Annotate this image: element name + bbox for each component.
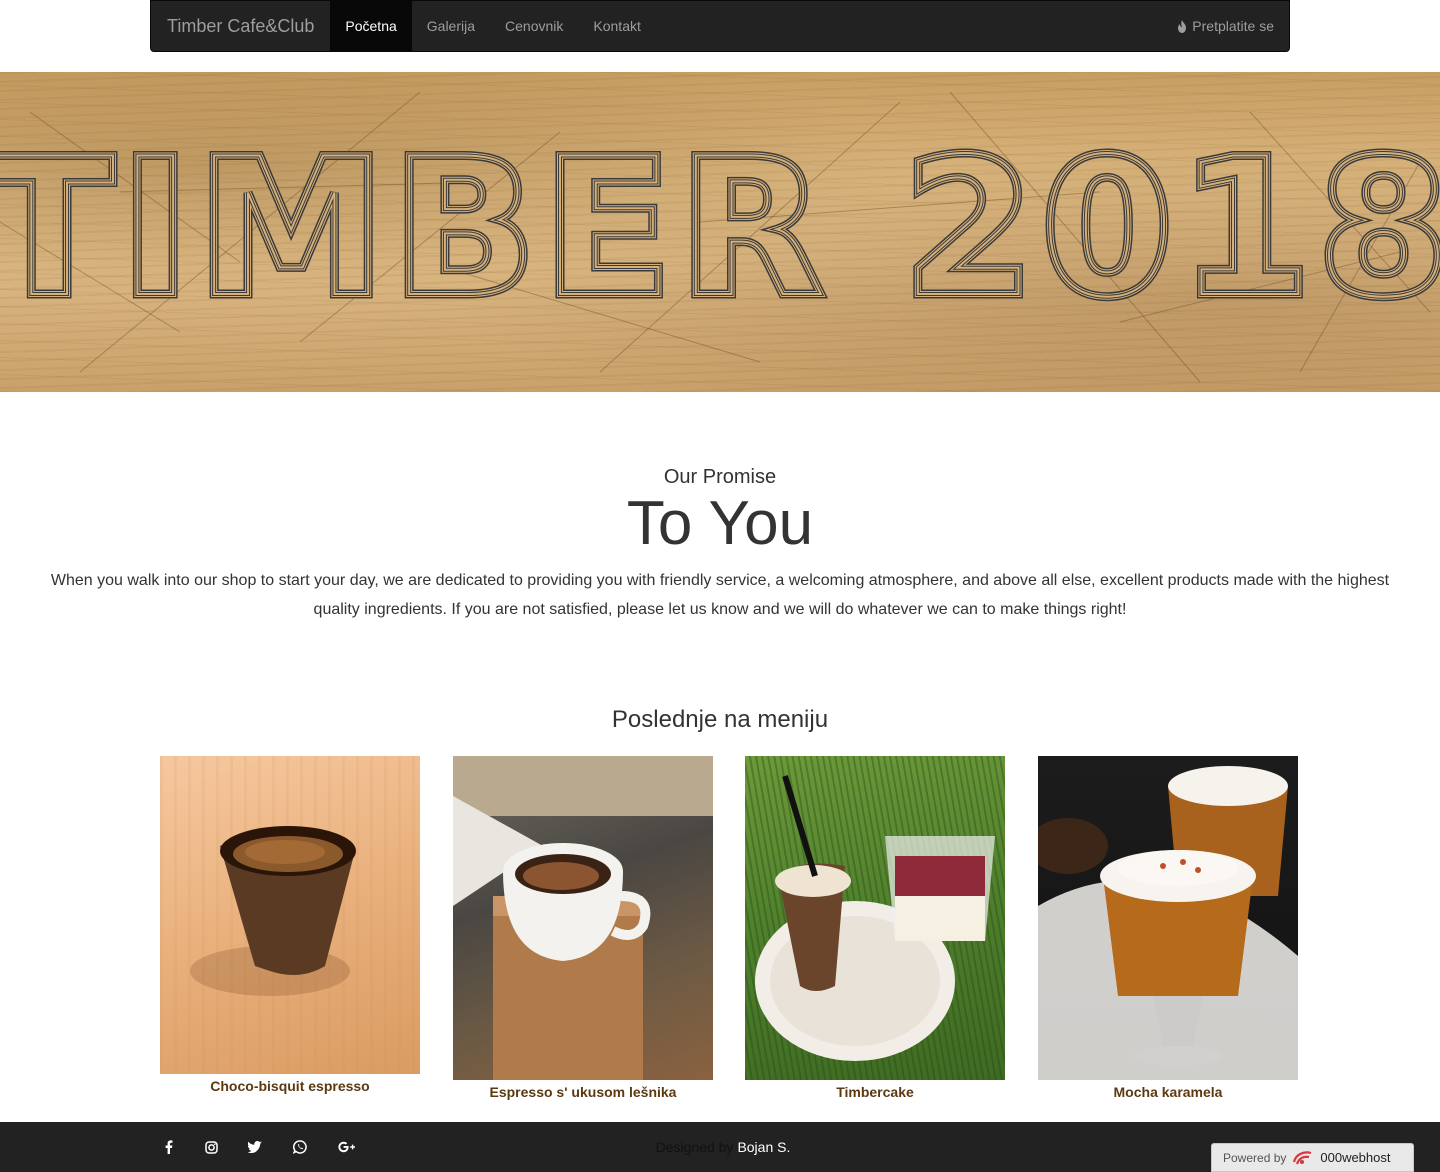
menu-heading: Poslednje na meniju (611, 706, 829, 733)
menu-photo (160, 756, 420, 1074)
menu-item-name: Choco-bisquit espresso (210, 1078, 370, 1094)
author-link[interactable]: Bojan S. (737, 1139, 790, 1155)
webhost-logo-icon (1293, 1150, 1312, 1164)
designed-by-label: Designed by (655, 1139, 734, 1155)
menu-item-name: Timbercake (836, 1084, 914, 1100)
menu-item-name: Espresso s' ukusom lešnika (489, 1084, 677, 1100)
subscribe-link[interactable]: Pretplatite se (1162, 1, 1289, 51)
top-navbar: Timber Cafe&Club Početna Galerija Cenovn… (150, 0, 1290, 52)
espresso-cup-image (453, 756, 713, 1080)
espresso-cup-image (190, 826, 356, 996)
brand-link[interactable]: Timber Cafe&Club (151, 1, 330, 51)
webhost-name: 000webhost (1320, 1150, 1391, 1165)
hero-banner: TIMBER 2018 TIMBER 2018 TIMBER 2018 TIMB… (0, 72, 1440, 392)
menu-photo (1038, 756, 1298, 1080)
menu-photo (745, 756, 1005, 1080)
nav-item-cenovnik[interactable]: Cenovnik (490, 1, 578, 51)
banner-logo: TIMBER 2018 TIMBER 2018 TIMBER 2018 TIMB… (0, 114, 1440, 344)
nav-item-kontakt[interactable]: Kontakt (578, 1, 655, 51)
nav-item-galerija[interactable]: Galerija (412, 1, 490, 51)
promise-subtitle: Our Promise (663, 466, 777, 488)
nav-item-pocetna[interactable]: Početna (330, 1, 412, 51)
fire-icon (1178, 19, 1187, 33)
svg-text:TIMBER 2018: TIMBER 2018 (0, 118, 1440, 339)
menu-item[interactable]: Choco-bisquit espresso (160, 756, 420, 1094)
powered-by-label: Powered by (1223, 1150, 1287, 1165)
promise-title: To You (626, 489, 814, 558)
menu-item[interactable]: Mocha karamela (1038, 756, 1298, 1100)
powered-by-badge[interactable]: Powered by 000webhost (1211, 1143, 1414, 1172)
facebook-icon[interactable] (157, 1122, 181, 1172)
menu-photo (453, 756, 713, 1080)
promise-text: When you walk into our shop to start you… (50, 572, 1390, 618)
mocha-drinks-image (1038, 766, 1298, 1080)
whatsapp-icon[interactable] (288, 1122, 312, 1172)
menu-item[interactable]: Timbercake (745, 756, 1005, 1100)
google-plus-icon[interactable] (335, 1122, 359, 1172)
instagram-icon[interactable] (199, 1122, 223, 1172)
menu-item[interactable]: Espresso s' ukusom lešnika (453, 756, 713, 1100)
subscribe-label: Pretplatite se (1192, 18, 1274, 34)
timbercake-image (755, 775, 995, 1061)
nav-list: Početna Galerija Cenovnik Kontakt (330, 1, 655, 51)
menu-item-name: Mocha karamela (1113, 1084, 1223, 1100)
twitter-icon[interactable] (243, 1122, 267, 1172)
